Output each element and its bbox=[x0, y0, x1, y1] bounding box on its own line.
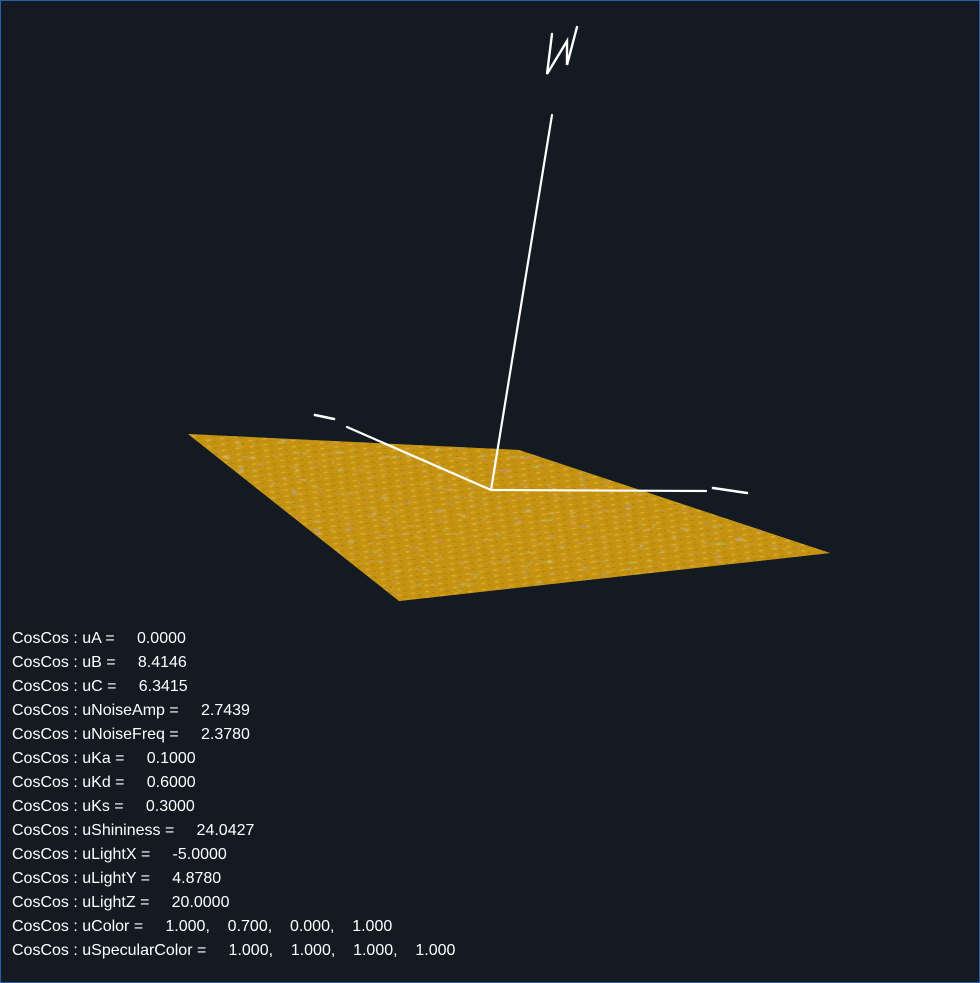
readout-name: uA bbox=[82, 630, 101, 647]
readout-uKd: CosCos : uKd = 0.6000 bbox=[12, 774, 196, 791]
readout-value: 6.3415 bbox=[138, 678, 188, 695]
z-axis-line bbox=[489, 113, 554, 492]
readout-name: uNoiseFreq bbox=[82, 726, 165, 743]
readout-value: 1.000, bbox=[228, 942, 274, 959]
readout-value: 0.3000 bbox=[145, 798, 195, 815]
readout-value: 0.700, bbox=[227, 918, 273, 935]
readout-name: uC bbox=[82, 678, 103, 695]
axes bbox=[313, 25, 749, 495]
readout-uA: CosCos : uA = 0.0000 bbox=[12, 630, 186, 647]
readout-uSpecularColor: CosCos : uSpecularColor = 1.000, 1.000, … bbox=[12, 942, 456, 959]
readout-uColor: CosCos : uColor = 1.000, 0.700, 0.000, 1… bbox=[12, 918, 393, 935]
readout-name: uB bbox=[82, 654, 102, 671]
z-axis-label-glyph bbox=[545, 25, 579, 75]
readout-value: 1.000, bbox=[290, 942, 336, 959]
readout-value: 1.000, bbox=[165, 918, 210, 935]
readout-value: 20.0000 bbox=[171, 894, 230, 911]
readout-uLightZ: CosCos : uLightZ = 20.0000 bbox=[12, 894, 230, 911]
readout-name: uLightY bbox=[82, 870, 137, 887]
readout-uLightY: CosCos : uLightY = 4.8780 bbox=[12, 870, 222, 887]
readout-value: 24.0427 bbox=[196, 822, 255, 839]
readout-uKa: CosCos : uKa = 0.1000 bbox=[12, 750, 196, 767]
noise-surface-plane bbox=[188, 434, 830, 601]
readout-uLightX: CosCos : uLightX = -5.0000 bbox=[12, 846, 227, 863]
readout-prefix: CosCos : bbox=[12, 822, 83, 839]
readout-value: 0.0000 bbox=[136, 630, 186, 647]
readout-uNoiseAmp: CosCos : uNoiseAmp = 2.7439 bbox=[12, 702, 250, 719]
readout-prefix: CosCos : bbox=[12, 870, 83, 887]
readout-prefix: CosCos : bbox=[12, 894, 83, 911]
readout-name: uColor bbox=[82, 918, 130, 935]
render-viewport[interactable]: CosCos : uA = 0.0000 CosCos : uB = 8.4146… bbox=[0, 0, 980, 983]
readout-value: -5.0000 bbox=[172, 846, 227, 863]
readout-name: uNoiseAmp bbox=[82, 702, 165, 719]
readout-uB: CosCos : uB = 8.4146 bbox=[12, 654, 187, 671]
readout-prefix: CosCos : bbox=[12, 750, 83, 767]
readout-value: 1.000, bbox=[353, 942, 398, 959]
x-axis-line bbox=[489, 488, 708, 493]
readout-prefix: CosCos : bbox=[12, 726, 83, 743]
readout-name: uKd bbox=[82, 774, 111, 791]
readout-prefix: CosCos : bbox=[12, 630, 83, 647]
uniform-readouts: CosCos : uA = 0.0000 CosCos : uB = 8.4146… bbox=[12, 627, 455, 963]
readout-prefix: CosCos : bbox=[12, 678, 83, 695]
readout-value: 2.7439 bbox=[200, 702, 250, 719]
readout-value: 4.8780 bbox=[172, 870, 222, 887]
readout-value: 2.3780 bbox=[200, 726, 250, 743]
readout-value: 0.6000 bbox=[146, 774, 196, 791]
readout-uKs: CosCos : uKs = 0.3000 bbox=[12, 798, 195, 815]
readout-uShininess: CosCos : uShininess = 24.0427 bbox=[12, 822, 255, 839]
readout-name: uLightX bbox=[82, 846, 137, 863]
readout-uNoiseFreq: CosCos : uNoiseFreq = 2.3780 bbox=[12, 726, 250, 743]
y-axis-label-glyph bbox=[313, 413, 336, 421]
readout-uC: CosCos : uC = 6.3415 bbox=[12, 678, 188, 695]
readout-name: uSpecularColor bbox=[82, 942, 193, 959]
readout-value: 1.000 bbox=[415, 942, 456, 959]
readout-prefix: CosCos : bbox=[12, 942, 83, 959]
readout-name: uKs bbox=[82, 798, 110, 815]
readout-prefix: CosCos : bbox=[12, 702, 83, 719]
readout-value: 8.4146 bbox=[137, 654, 187, 671]
readout-name: uLightZ bbox=[82, 894, 136, 911]
readout-name: uShininess bbox=[82, 822, 161, 839]
readout-prefix: CosCos : bbox=[12, 798, 83, 815]
readout-value: 1.000 bbox=[352, 918, 393, 935]
readout-value: 0.1000 bbox=[146, 750, 196, 767]
readout-prefix: CosCos : bbox=[12, 846, 83, 863]
readout-name: uKa bbox=[82, 750, 111, 767]
x-axis-label-glyph bbox=[711, 486, 749, 495]
readout-prefix: CosCos : bbox=[12, 774, 83, 791]
readout-prefix: CosCos : bbox=[12, 918, 83, 935]
readout-prefix: CosCos : bbox=[12, 654, 83, 671]
readout-value: 0.000, bbox=[289, 918, 335, 935]
